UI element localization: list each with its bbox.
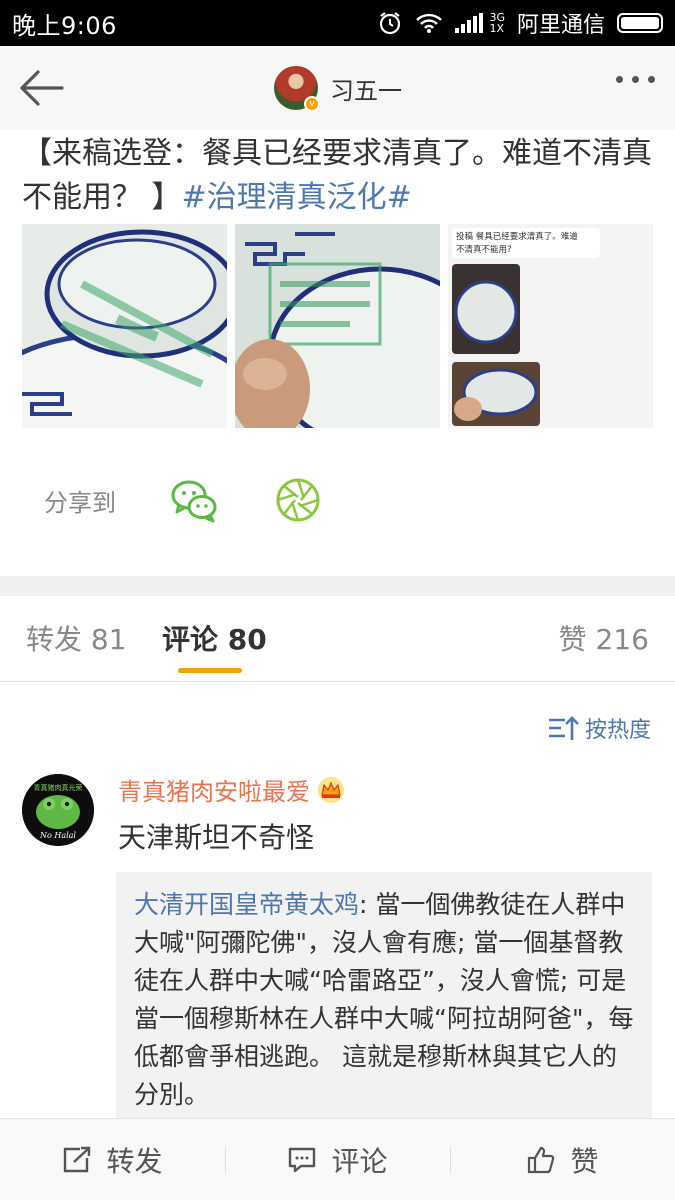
post-photo-2[interactable] (235, 224, 440, 428)
tab-like-label: 赞 (558, 623, 587, 656)
post-text: 【来稿选登：餐具已经要求清真了。难道不清真不能用？ 】#治理清真泛化# (22, 132, 662, 220)
battery-icon (617, 13, 663, 33)
post-hashtag[interactable]: #治理清真泛化# (182, 180, 412, 215)
sort-button[interactable]: 按热度 (547, 712, 651, 744)
verified-badge-icon: v (304, 96, 320, 112)
status-icons: 3G 1X 阿里通信 (377, 7, 663, 39)
quoted-text: : 當一個佛教徒在人群中大喊"阿彌陀佛"，沒人會有應; 當一個基督教徒在人群中大… (134, 890, 634, 1109)
carrier-name: 阿里通信 (516, 13, 605, 38)
comment-name-row: 青真猪肉安啦最爱 (118, 772, 346, 807)
sort-icon (548, 716, 579, 740)
photo3-caption-line1: 投稿 餐具已经要求清真了。难道 (456, 231, 578, 242)
repost-icon (64, 1146, 91, 1172)
quoted-username[interactable]: 大清开国皇帝黄太鸡 (134, 890, 359, 919)
post-photo-1[interactable] (22, 224, 227, 428)
nav-username[interactable]: 习五一 (330, 71, 402, 106)
tab-repost-count: 81 (90, 623, 127, 656)
wifi-icon (416, 13, 443, 33)
avatar[interactable]: v (274, 66, 320, 112)
active-tab-indicator (178, 668, 242, 673)
bottom-action-bar: 转发 评论 赞 (0, 1118, 675, 1200)
tab-comment-count: 80 (227, 623, 267, 656)
comment-avatar[interactable]: 青真猪肉真光荣 No Halal (22, 774, 94, 846)
repost-label: 转发 (106, 1144, 163, 1178)
comment-button[interactable]: 评论 (225, 1119, 450, 1200)
comment-avatar-text-top: 青真猪肉真光荣 (34, 783, 83, 792)
wechat-icon[interactable] (170, 476, 218, 524)
tab-repost[interactable]: 转发 81 (26, 618, 127, 658)
sort-label: 按热度 (584, 718, 651, 743)
repost-button[interactable]: 转发 (0, 1119, 225, 1200)
crown-icon (318, 776, 344, 803)
interaction-tabs: 转发 81 评论 80 赞 216 (0, 596, 675, 682)
status-time: 晚上9:06 (12, 11, 117, 40)
photo3-caption-line2: 不清真不能用? (456, 244, 512, 255)
tab-repost-label: 转发 (26, 623, 83, 656)
tab-like-count: 216 (595, 623, 649, 656)
alarm-icon (380, 12, 401, 35)
tab-comment-label: 评论 (162, 623, 219, 656)
network-type: 3G 1X (489, 12, 505, 34)
signal-icon (455, 13, 484, 33)
tab-comment[interactable]: 评论 80 (162, 618, 267, 658)
share-row: 分享到 (44, 476, 378, 524)
more-dots-icon[interactable] (616, 76, 655, 83)
comment-text: 天津斯坦不奇怪 (118, 821, 315, 854)
comment-icon (289, 1147, 316, 1172)
tab-like[interactable]: 赞 216 (559, 618, 649, 658)
comment-avatar-text-bottom: No Halal (39, 831, 76, 840)
comment-label: 评论 (331, 1144, 388, 1178)
nav-user[interactable]: v 习五一 (274, 66, 402, 112)
status-bar: 晚上9:06 3G 1X 阿里通信 (0, 0, 675, 46)
like-button[interactable]: 赞 (450, 1119, 675, 1200)
back-arrow-icon[interactable] (16, 64, 66, 112)
comment-username[interactable]: 青真猪肉安啦最爱 (118, 772, 310, 807)
network-type-bottom: 1X (489, 22, 504, 35)
photo-grid: 投稿 餐具已经要求清真了。难道 不清真不能用? (22, 224, 653, 428)
like-label: 赞 (570, 1144, 599, 1178)
nav-bar: v 习五一 (0, 46, 675, 130)
section-divider (0, 576, 675, 596)
share-label: 分享到 (44, 488, 116, 517)
thumbs-up-icon (528, 1146, 555, 1173)
quoted-reply[interactable]: 大清开国皇帝黄太鸡: 當一個佛教徒在人群中大喊"阿彌陀佛"，沒人會有應; 當一個… (116, 872, 652, 1132)
post-photo-3[interactable]: 投稿 餐具已经要求清真了。难道 不清真不能用? (448, 224, 653, 428)
moments-icon[interactable] (274, 476, 322, 524)
